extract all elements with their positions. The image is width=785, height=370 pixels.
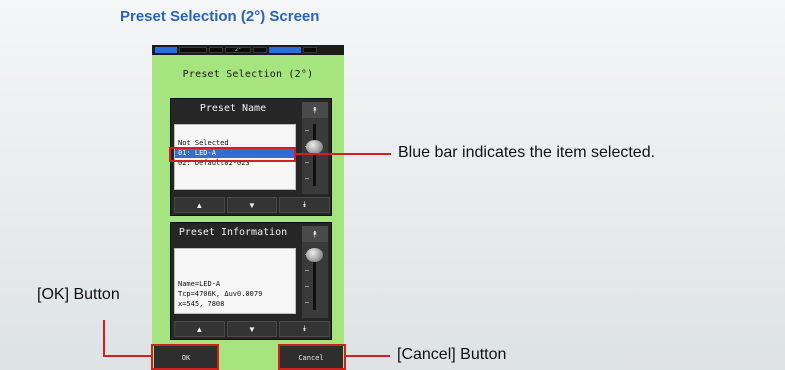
selected-callout-line	[296, 153, 391, 155]
scroll-bottom-button[interactable]: ⯯	[279, 197, 331, 213]
ok-callout-line-vertical	[103, 320, 105, 357]
status-bar: 2°	[152, 45, 344, 55]
status-seg-4	[253, 47, 267, 53]
scroll-tick	[305, 270, 309, 271]
status-sync-icon	[269, 47, 301, 53]
preset-name-header: Preset Name	[199, 102, 267, 114]
scroll-tick	[305, 286, 309, 287]
status-seg-2	[209, 47, 223, 53]
cancel-button-callout: [Cancel] Button	[397, 346, 507, 363]
page-title: Preset Selection (2°) Screen	[120, 8, 320, 25]
preset-info-header: Preset Information	[178, 226, 288, 238]
info-line: Name=LED-A	[178, 280, 221, 288]
scroll-tick	[305, 162, 309, 163]
scroll-tick	[305, 130, 309, 131]
scrollbar-knob[interactable]	[306, 248, 323, 262]
screen-title: Preset Selection (2°)	[182, 69, 314, 80]
scrollbar-track[interactable]	[313, 124, 316, 186]
cancel-callout-line	[346, 355, 390, 357]
selected-item-highlight-box	[169, 147, 296, 162]
status-angle: 2°	[225, 47, 251, 53]
status-battery-icon	[303, 47, 317, 53]
ok-highlight-box	[151, 344, 219, 370]
scroll-top-arrow-icon[interactable]: ⯭	[302, 226, 328, 242]
cancel-highlight-box	[278, 344, 346, 370]
scrollbar-knob[interactable]	[306, 140, 323, 154]
preset-info-nav-buttons: ▲ ▼ ⯯	[174, 321, 331, 337]
device-screen: 2° Preset Selection (2°) Preset Name Not…	[152, 45, 344, 370]
info-line: Tcp=4706K, Δuv0.0079	[178, 290, 263, 298]
preset-info-scroll-column: ⯭	[302, 226, 328, 318]
scroll-up-button[interactable]: ▲	[174, 197, 225, 213]
preset-name-scroll-column: ⯭	[302, 102, 328, 194]
status-mode-icon	[155, 47, 177, 53]
scroll-down-button[interactable]: ▼	[226, 321, 278, 337]
ok-callout-line-horizontal	[103, 355, 152, 357]
info-line: x=545, 7808	[178, 300, 225, 308]
scroll-bottom-button[interactable]: ⯯	[279, 321, 331, 337]
preset-info-box: Name=LED-A Tcp=4706K, Δuv0.0079 x=545, 7…	[174, 248, 296, 314]
status-seg-1	[179, 47, 207, 53]
selected-bar-callout: Blue bar indicates the item selected.	[398, 144, 656, 161]
scroll-top-arrow-icon[interactable]: ⯭	[302, 102, 328, 118]
scroll-down-button[interactable]: ▼	[226, 197, 278, 213]
preset-name-nav-buttons: ▲ ▼ ⯯	[174, 197, 331, 213]
scroll-tick	[305, 178, 309, 179]
preset-info-panel: Preset Information Name=LED-A Tcp=4706K,…	[170, 222, 332, 340]
scroll-up-button[interactable]: ▲	[174, 321, 225, 337]
ok-button-callout: [OK] Button	[37, 286, 120, 303]
scroll-tick	[305, 302, 309, 303]
